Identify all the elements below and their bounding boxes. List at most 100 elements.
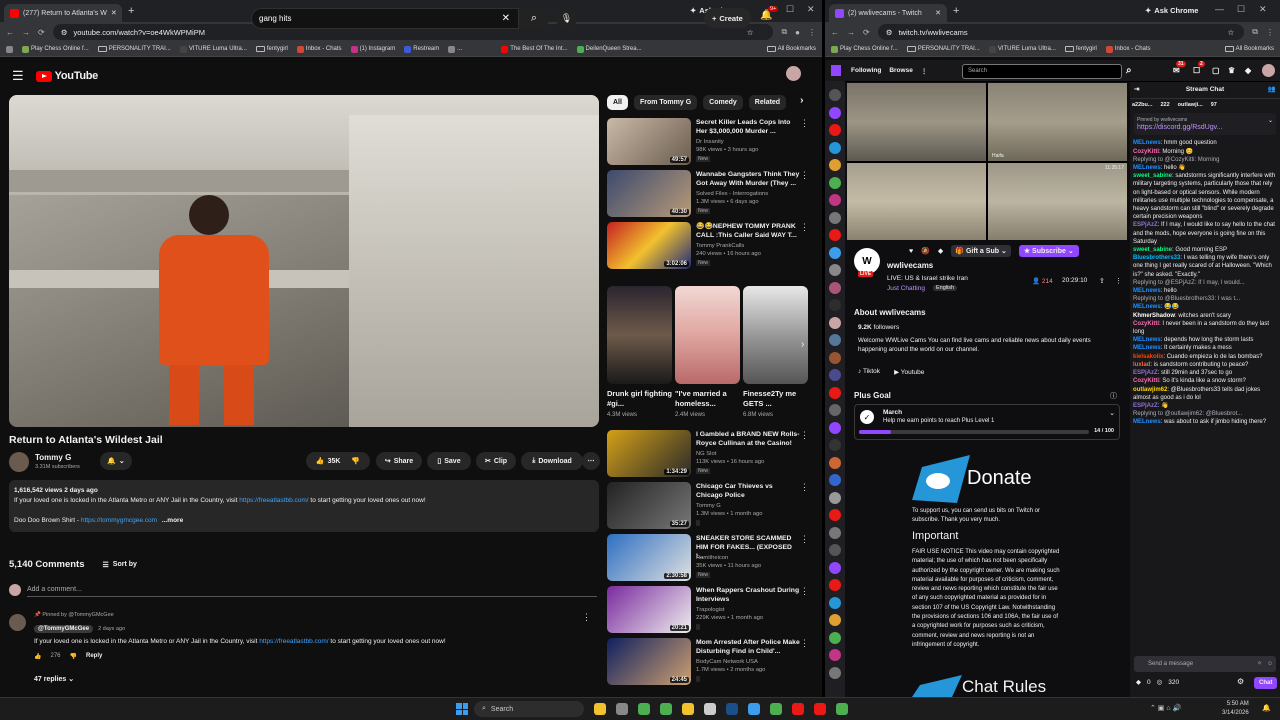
points-icon[interactable]: ◎ bbox=[1157, 679, 1163, 687]
chat-settings-icon[interactable]: ⚙ bbox=[1237, 677, 1244, 686]
followed-channel-avatar[interactable] bbox=[829, 404, 841, 416]
video-thumbnail[interactable]: 2:30:58 bbox=[607, 534, 691, 581]
chevron-down-icon[interactable]: ⌄ bbox=[1109, 409, 1115, 417]
bookmark-item[interactable]: Play Chess Online f... bbox=[22, 45, 89, 53]
app-icon[interactable] bbox=[660, 703, 672, 715]
category-link[interactable]: Just Chatting bbox=[887, 285, 925, 292]
clear-search-icon[interactable]: ✕ bbox=[502, 13, 510, 24]
bookmark-item[interactable]: fentygirl bbox=[1064, 46, 1097, 52]
donate-panel[interactable]: Donate bbox=[912, 455, 1062, 505]
channel-name[interactable]: BodyCam Network USA bbox=[696, 658, 806, 666]
close-tab-icon[interactable]: ✕ bbox=[111, 9, 117, 17]
followed-channel-avatar[interactable] bbox=[829, 351, 841, 364]
bookmark-item[interactable]: fentygirl bbox=[255, 46, 288, 52]
followed-channel-avatar[interactable] bbox=[829, 211, 841, 224]
bits-icon[interactable]: ◆ bbox=[1136, 679, 1141, 687]
share-button[interactable]: ↪ Share bbox=[376, 452, 422, 470]
more-options-icon[interactable]: ⋮ bbox=[1115, 277, 1122, 285]
ask-chrome-button[interactable]: ✦Ask Chrome bbox=[1145, 6, 1198, 15]
media-player-icon[interactable] bbox=[638, 703, 650, 715]
users-icon[interactable]: 👥 bbox=[1268, 86, 1276, 94]
forward-icon[interactable]: → bbox=[22, 28, 30, 37]
chips-next-icon[interactable]: › bbox=[800, 95, 803, 110]
bookmark-item[interactable]: ... bbox=[448, 45, 462, 53]
add-comment-input[interactable]: Add a comment... bbox=[27, 586, 597, 597]
shorts-next-icon[interactable]: › bbox=[801, 339, 804, 350]
send-message-input[interactable]: Send a message ✧ ☺ bbox=[1134, 656, 1276, 672]
xbox-icon[interactable] bbox=[770, 703, 782, 715]
followed-channel-avatar[interactable] bbox=[829, 649, 841, 661]
share-icon[interactable]: ⇪ bbox=[1099, 277, 1105, 285]
chat-username[interactable]: MELnews bbox=[1133, 140, 1161, 146]
followed-channel-avatar[interactable] bbox=[829, 106, 841, 119]
goal-card[interactable]: ✓ March Help me earn points to reach Plu… bbox=[854, 404, 1120, 440]
followed-channel-avatar[interactable] bbox=[829, 544, 841, 556]
tiktok-link[interactable]: ♪ Tiktok bbox=[858, 368, 880, 376]
followed-channel-avatar[interactable] bbox=[829, 334, 841, 346]
reload-icon[interactable]: ⟳ bbox=[863, 28, 870, 37]
followed-channel-avatar[interactable] bbox=[829, 579, 841, 591]
followed-channel-avatar[interactable] bbox=[829, 229, 841, 241]
create-button[interactable]: + Create bbox=[704, 8, 751, 28]
youtube-logo[interactable]: YouTube bbox=[35, 70, 98, 82]
chat-username[interactable]: ESPjAzZ bbox=[1133, 403, 1158, 409]
collapse-chat-icon[interactable]: ⇥ bbox=[1134, 86, 1139, 94]
extensions-icon[interactable]: ⧉ bbox=[1252, 27, 1258, 37]
chat-username[interactable]: MELnews bbox=[1133, 288, 1161, 294]
followed-channel-avatar[interactable] bbox=[829, 369, 841, 381]
recommended-video[interactable]: 49:57 Secret Killer Leads Cops Into Her … bbox=[607, 118, 817, 168]
profile-icon[interactable]: ● bbox=[795, 28, 800, 37]
more-icon[interactable]: ⋮ bbox=[800, 222, 809, 233]
followed-channel-avatar[interactable] bbox=[829, 421, 841, 434]
followed-channel-avatar[interactable] bbox=[829, 194, 841, 206]
chevron-down-icon[interactable]: ⌄ bbox=[1268, 117, 1273, 125]
close-window-button[interactable]: ✕ bbox=[1259, 4, 1267, 15]
chat-username[interactable]: MELnews bbox=[1133, 165, 1161, 171]
chat-username[interactable]: CozyKitti bbox=[1133, 321, 1159, 327]
hamburger-menu-icon[interactable]: ☰ bbox=[12, 68, 24, 84]
channel-name[interactable]: Dr Insanity bbox=[696, 138, 806, 146]
bits-icon[interactable]: ◆ bbox=[1245, 66, 1251, 75]
video-description[interactable]: 1,616,542 views 2 days ago If your loved… bbox=[9, 480, 599, 532]
video-thumbnail[interactable]: 24:45 bbox=[607, 638, 691, 685]
comment-avatar[interactable] bbox=[9, 614, 26, 631]
follow-heart-icon[interactable]: ♥ bbox=[909, 248, 913, 255]
video-thumbnail[interactable]: 3:02:06 bbox=[607, 222, 691, 269]
recommended-video[interactable]: 20:21 When Rappers Crashout During Inter… bbox=[607, 586, 817, 636]
following-link[interactable]: Following bbox=[851, 67, 881, 74]
prime-icon[interactable]: ♛ bbox=[1228, 66, 1235, 75]
like-dislike-button[interactable]: 👍 35K 👎 bbox=[306, 452, 370, 470]
bookmark-item[interactable]: The Best Of The Int... bbox=[501, 45, 568, 53]
show-more-link[interactable]: ...more bbox=[162, 517, 183, 524]
more-icon[interactable]: ⋮ bbox=[800, 638, 809, 649]
chat-username[interactable]: CozyKitti bbox=[1133, 149, 1159, 155]
chip-from-tommy-g[interactable]: From Tommy G bbox=[633, 95, 698, 110]
app-icon[interactable] bbox=[836, 703, 848, 715]
followed-channel-avatar[interactable] bbox=[829, 509, 841, 521]
chat-username[interactable]: ESPjAzZ bbox=[1133, 222, 1158, 228]
menu-icon[interactable]: ⋮ bbox=[1266, 28, 1274, 37]
followed-channel-avatar[interactable] bbox=[829, 316, 841, 329]
recommended-video[interactable]: 1:34:29 I Gambled a BRAND NEW Rolls-Royc… bbox=[607, 430, 817, 480]
back-icon[interactable]: ← bbox=[6, 28, 14, 37]
search-icon[interactable]: ⌕ bbox=[1126, 65, 1132, 76]
bookmark-item[interactable]: (1) Instagram bbox=[350, 45, 395, 53]
sort-by-button[interactable]: ☰ Sort by bbox=[103, 561, 137, 569]
emoji-icon[interactable]: ☺ bbox=[1267, 660, 1273, 668]
subscription-bell-button[interactable]: 🔔 ⌄ bbox=[100, 452, 132, 470]
channel-name[interactable]: Tommy PrankCalls bbox=[696, 242, 806, 250]
shirt-link[interactable]: https://tommygmcgee.com bbox=[81, 517, 157, 524]
maximize-button[interactable]: ☐ bbox=[786, 4, 794, 15]
reload-icon[interactable]: ⟳ bbox=[38, 28, 45, 37]
bookmark-item[interactable] bbox=[6, 45, 13, 53]
video-title[interactable]: 😂😂NEPHEW TOMMY PRANK CALL :This Caller S… bbox=[696, 222, 801, 240]
info-icon[interactable]: ⓘ bbox=[1110, 391, 1117, 401]
comment-more-icon[interactable]: ⋮ bbox=[582, 612, 591, 623]
bookmark-item[interactable]: Play Chess Online f... bbox=[831, 45, 898, 53]
chat-username[interactable]: CozyKitti bbox=[1133, 378, 1159, 384]
save-button[interactable]: ▯ Save bbox=[427, 452, 471, 470]
followed-channel-avatar[interactable] bbox=[829, 281, 841, 294]
menu-icon[interactable]: ⋮ bbox=[808, 28, 816, 37]
chat-username[interactable]: KhmerShadow bbox=[1133, 313, 1175, 319]
video-player[interactable] bbox=[9, 95, 599, 427]
